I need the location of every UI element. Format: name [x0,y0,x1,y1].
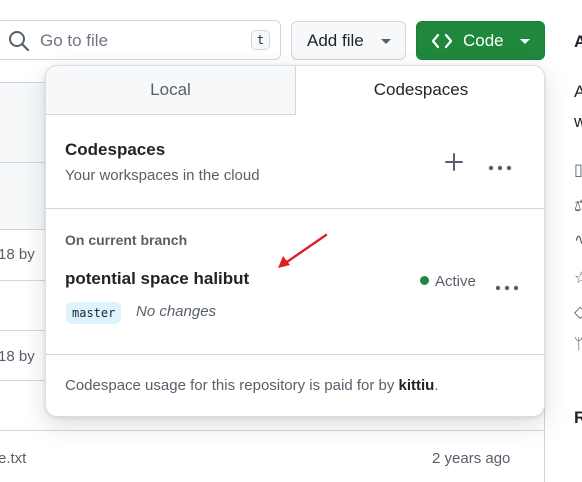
about-text: A [574,82,582,101]
footer-text: Codespace usage for this repository is p… [65,377,395,394]
codespace-status: Active [420,273,476,290]
plus-icon [445,153,463,171]
go-to-file-search[interactable]: Go to file t [0,20,281,60]
active-status-dot [420,276,429,285]
tab-codespaces[interactable]: Codespaces [296,66,544,115]
codespace-name-link[interactable]: potential space halibut [65,269,249,289]
star-icon: ☆ [574,270,582,287]
chevron-down-icon [520,39,530,44]
commit-text: 18 by [0,246,35,263]
new-codespace-button[interactable] [443,151,465,173]
eye-icon: ◇ [574,304,582,321]
pulse-icon: ∿ [574,232,582,249]
search-placeholder: Go to file [40,31,109,50]
about-heading: A [574,32,582,51]
code-label: Code [463,31,504,50]
kebab-icon [495,285,519,291]
chevron-down-icon [381,39,391,44]
file-age: 2 years ago [432,450,511,467]
usage-footer: Codespace usage for this repository is p… [65,377,439,394]
codespace-options-button[interactable] [495,278,519,296]
footer-period: . [434,377,439,394]
add-file-button[interactable]: Add file [291,21,406,60]
current-branch-heading: On current branch [65,232,188,248]
book-icon: ▯ [574,162,582,179]
commit-text: 18 by [0,348,35,365]
codespaces-subtitle: Your workspaces in the cloud [65,167,260,184]
add-file-label: Add file [307,31,364,50]
divider [46,208,544,209]
file-name[interactable]: e.txt [0,450,26,467]
dropdown-tabs: Local Codespaces [46,66,544,116]
changes-status: No changes [136,303,217,320]
releases-heading: R [574,408,582,427]
search-shortcut-key: t [251,30,270,50]
code-icon [431,33,453,54]
footer-owner: kittiu [398,377,435,394]
about-text: w [574,112,582,131]
row-divider [0,430,545,431]
divider [46,354,544,355]
search-icon [8,30,30,57]
tab-local[interactable]: Local [46,66,296,115]
status-label: Active [435,273,476,290]
branch-badge: master [66,302,122,324]
law-icon: ⚖ [574,198,582,215]
fork-icon: ᛘ [574,336,582,353]
codespaces-options-button[interactable] [488,158,512,176]
code-button[interactable]: Code [416,21,545,60]
annotation-arrow [278,233,328,268]
kebab-icon [488,165,512,171]
codespaces-title: Codespaces [65,140,166,159]
